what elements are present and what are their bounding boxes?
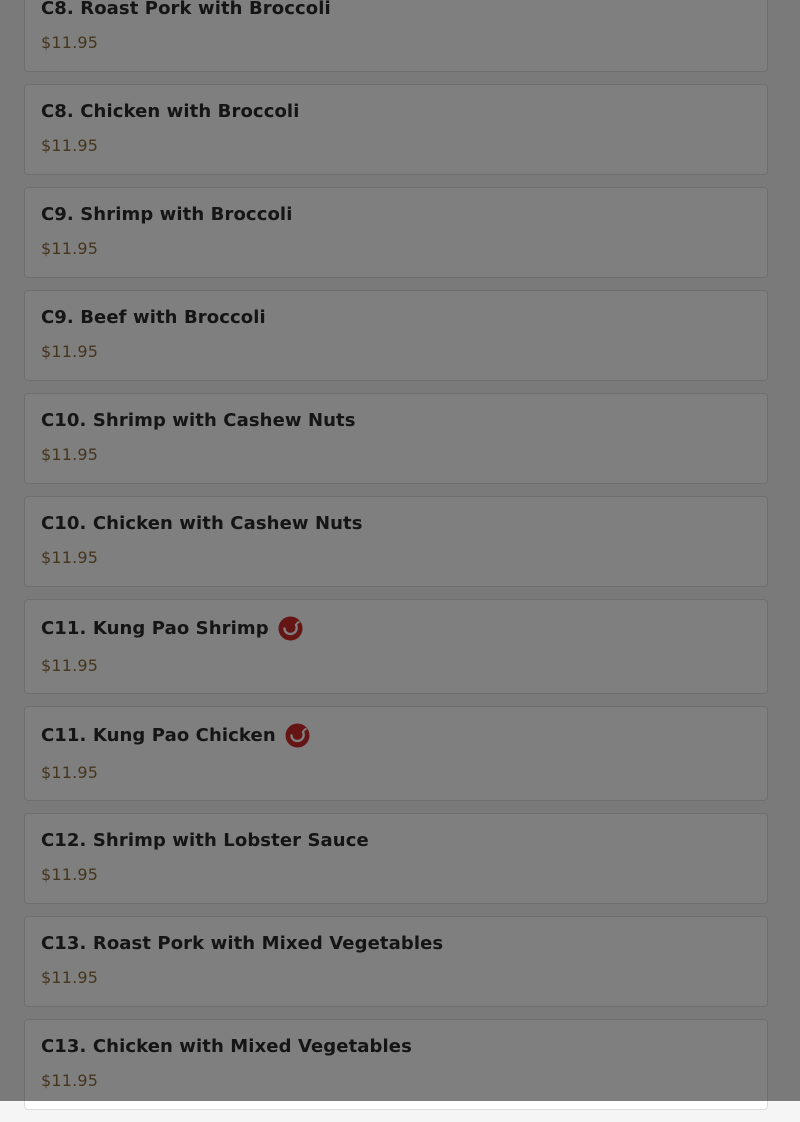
modal-backdrop-overlay[interactable] — [0, 0, 800, 1101]
